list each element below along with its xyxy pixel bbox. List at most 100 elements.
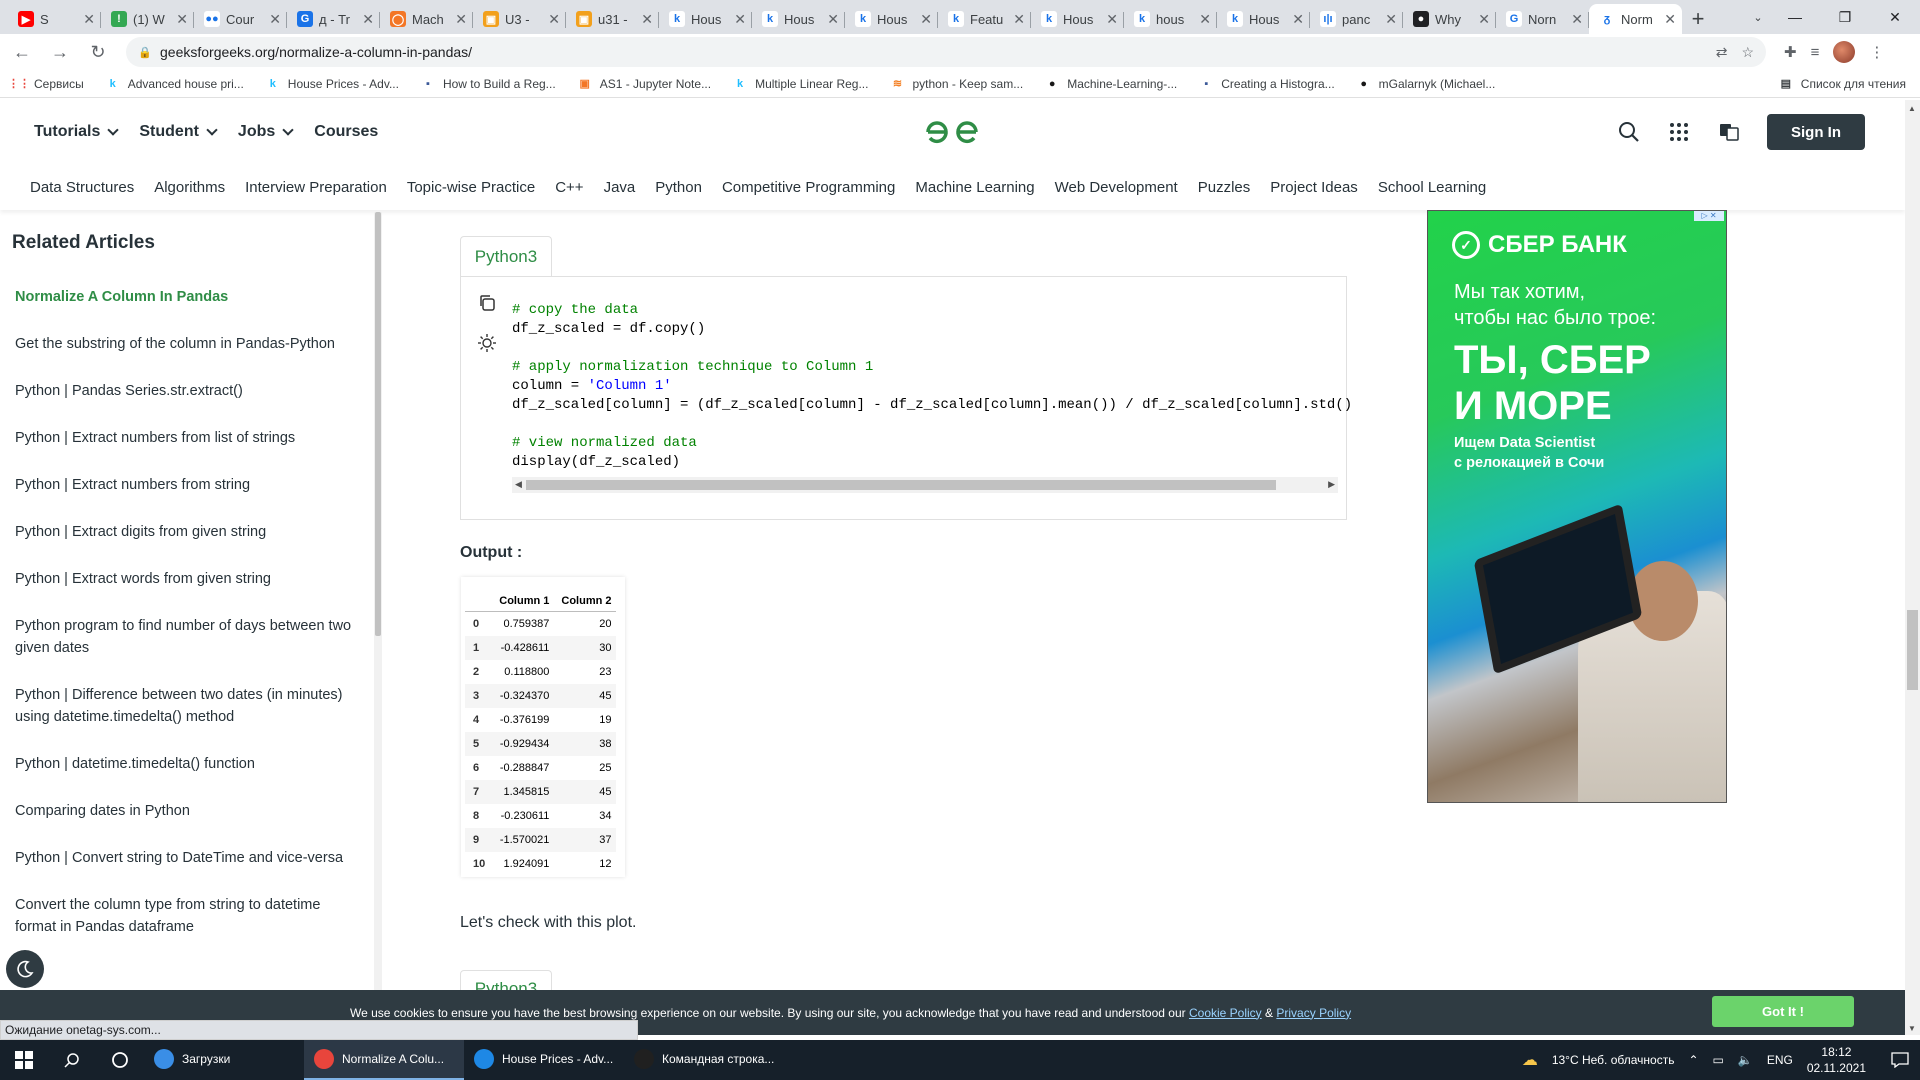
browser-tab[interactable]: ◯ Mach ✕ — [380, 4, 473, 34]
topic-nav-item[interactable]: Algorithms — [154, 179, 225, 196]
topic-nav-item[interactable]: Puzzles — [1198, 179, 1251, 196]
browser-tab[interactable]: ! (1) W ✕ — [101, 4, 194, 34]
taskbar-app[interactable]: Загрузки — [144, 1040, 304, 1080]
related-article-link[interactable]: Python | datetime.timedelta() function — [15, 753, 360, 775]
code-scroll-thumb[interactable] — [526, 480, 1276, 490]
network-icon[interactable]: ▭ — [1713, 1053, 1724, 1067]
bookmark-item[interactable]: k House Prices - Adv... — [266, 77, 399, 91]
related-article-link[interactable]: Python | Extract numbers from string — [15, 474, 360, 496]
related-article-link[interactable]: Python | Pandas Series.str.extract() — [15, 380, 360, 402]
bookmark-item[interactable]: ▪ How to Build a Reg... — [421, 77, 556, 91]
task-view-icon[interactable] — [96, 1040, 144, 1080]
taskbar-app[interactable]: Командная строка... — [624, 1040, 784, 1080]
topic-nav-item[interactable]: Python — [655, 179, 702, 196]
browser-tab[interactable]: k Hous ✕ — [752, 4, 845, 34]
page-scroll-thumb[interactable] — [1907, 610, 1918, 690]
related-article-link[interactable]: Get the substring of the column in Panda… — [15, 333, 360, 355]
topic-nav-item[interactable]: School Learning — [1378, 179, 1486, 196]
code-content[interactable]: # copy the data df_z_scaled = df.copy() #… — [512, 301, 1352, 472]
tab-close-icon[interactable]: ✕ — [176, 11, 188, 28]
tab-close-icon[interactable]: ✕ — [1199, 11, 1211, 28]
bookmark-item[interactable]: k Multiple Linear Reg... — [733, 77, 868, 91]
browser-tab[interactable]: k Hous ✕ — [1217, 4, 1310, 34]
lock-icon[interactable]: 🔒 — [138, 46, 152, 59]
reading-list-icon[interactable]: ≡ — [1811, 44, 1820, 61]
windows-start-icon[interactable] — [0, 1040, 48, 1080]
weather-icon[interactable]: ☁ — [1522, 1050, 1538, 1070]
restore-icon[interactable]: ❐ — [1820, 0, 1870, 34]
scroll-up-icon[interactable]: ▲ — [1908, 104, 1916, 113]
menu-courses[interactable]: Courses — [314, 123, 378, 141]
gfg-logo-icon[interactable] — [924, 118, 980, 146]
tab-close-icon[interactable]: ✕ — [548, 11, 560, 28]
tab-close-icon[interactable]: ✕ — [734, 11, 746, 28]
menu-student[interactable]: Student — [139, 123, 218, 141]
tab-close-icon[interactable]: ✕ — [1664, 11, 1676, 28]
page-scrollbar[interactable] — [1905, 100, 1920, 1035]
topic-nav-item[interactable]: Competitive Programming — [722, 179, 895, 196]
cookie-policy-link[interactable]: Cookie Policy — [1189, 1006, 1262, 1020]
topic-nav-item[interactable]: Project Ideas — [1270, 179, 1358, 196]
notifications-icon[interactable] — [1880, 1052, 1920, 1068]
tab-close-icon[interactable]: ✕ — [641, 11, 653, 28]
reading-list[interactable]: ▤ Список для чтения — [1779, 77, 1906, 91]
new-tab-button[interactable]: + — [1682, 4, 1714, 34]
minimize-icon[interactable]: — — [1770, 0, 1820, 34]
taskbar-app[interactable]: House Prices - Adv... — [464, 1040, 624, 1080]
tab-close-icon[interactable]: ✕ — [1013, 11, 1025, 28]
tab-close-icon[interactable]: ✕ — [1292, 11, 1304, 28]
profile-avatar[interactable] — [1833, 41, 1856, 63]
browser-menu-icon[interactable]: ⋮ — [1869, 43, 1884, 61]
copy-icon[interactable] — [475, 291, 499, 315]
bookmark-item[interactable]: ● Machine-Learning-... — [1045, 77, 1177, 91]
address-bar[interactable]: 🔒 geeksforgeeks.org/normalize-a-column-i… — [126, 37, 1766, 67]
scroll-left-icon[interactable]: ◀ — [515, 479, 522, 490]
ad-choices-icon[interactable]: ▷ ✕ — [1694, 211, 1724, 221]
cookie-accept-button[interactable]: Got It ! — [1712, 996, 1854, 1027]
tab-search-icon[interactable]: ⌄ — [1746, 6, 1770, 28]
translate-icon[interactable] — [1717, 120, 1741, 144]
taskbar-app[interactable]: Normalize A Colu... — [304, 1040, 464, 1080]
related-article-link[interactable]: Convert the column type from string to d… — [15, 894, 360, 938]
language-indicator[interactable]: ENG — [1767, 1053, 1793, 1067]
browser-tab[interactable]: ● Why ✕ — [1403, 4, 1496, 34]
sidebar-scroll-thumb[interactable] — [375, 212, 381, 636]
tab-close-icon[interactable]: ✕ — [1571, 11, 1583, 28]
weather-text[interactable]: 13°C Неб. облачность — [1552, 1053, 1675, 1067]
related-article-link[interactable]: Python | Difference between two dates (i… — [15, 684, 360, 728]
search-icon[interactable] — [1617, 120, 1641, 144]
browser-tab[interactable]: ▶ S ✕ — [8, 4, 101, 34]
scroll-down-icon[interactable]: ▼ — [1908, 1024, 1916, 1033]
related-article-link[interactable]: Python | Extract numbers from list of st… — [15, 427, 360, 449]
bookmark-item[interactable]: ≋ python - Keep sam... — [890, 77, 1023, 91]
bookmark-star-icon[interactable]: ☆ — [1741, 44, 1754, 61]
menu-tutorials[interactable]: Tutorials — [34, 123, 120, 141]
browser-tab[interactable]: k Featu ✕ — [938, 4, 1031, 34]
tab-close-icon[interactable]: ✕ — [1106, 11, 1118, 28]
close-window-icon[interactable]: ✕ — [1870, 0, 1920, 34]
tab-close-icon[interactable]: ✕ — [83, 11, 95, 28]
theme-icon[interactable] — [475, 331, 499, 355]
scroll-right-icon[interactable]: ▶ — [1328, 479, 1335, 490]
forward-icon[interactable]: → — [44, 36, 76, 68]
related-article-link[interactable]: Comparing dates in Python — [15, 800, 360, 822]
advertisement-banner[interactable]: ▷ ✕ ✓ СБЕР БАНК Мы так хотим, чтобы нас … — [1427, 210, 1727, 803]
browser-tab[interactable]: k hous ✕ — [1124, 4, 1217, 34]
topic-nav-item[interactable]: Machine Learning — [915, 179, 1034, 196]
dark-mode-toggle[interactable] — [6, 950, 44, 988]
browser-tab[interactable]: Gд - Tr ✕ — [287, 4, 380, 34]
related-article-link[interactable]: Python | Extract digits from given strin… — [15, 521, 360, 543]
browser-tab[interactable]: k Hous ✕ — [1031, 4, 1124, 34]
code-horizontal-scrollbar[interactable]: ◀ ▶ — [512, 477, 1338, 493]
browser-tab[interactable]: ▣ u31 - ✕ — [566, 4, 659, 34]
topic-nav-item[interactable]: Java — [604, 179, 636, 196]
apps-grid-icon[interactable] — [1667, 120, 1691, 144]
reload-icon[interactable]: ↻ — [82, 36, 114, 68]
volume-icon[interactable]: 🔈 — [1738, 1053, 1753, 1067]
browser-tab[interactable]: ●● Cour ✕ — [194, 4, 287, 34]
translate-icon[interactable]: ⇄ — [1716, 44, 1728, 61]
tab-close-icon[interactable]: ✕ — [920, 11, 932, 28]
related-article-link[interactable]: Python | Convert string to DateTime and … — [15, 847, 360, 869]
tab-close-icon[interactable]: ✕ — [1385, 11, 1397, 28]
tab-close-icon[interactable]: ✕ — [455, 11, 467, 28]
